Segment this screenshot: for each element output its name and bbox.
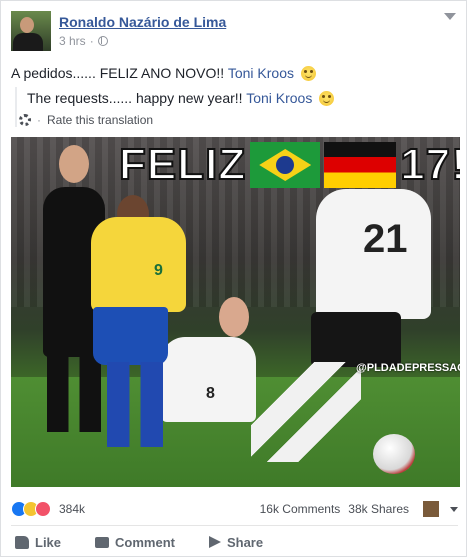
chevron-down-icon[interactable] — [450, 506, 458, 512]
translation-block: The requests...... happy new year!! Toni… — [15, 87, 455, 127]
brazil-flag-icon — [250, 142, 321, 188]
jersey-number-21: 21 — [363, 217, 408, 261]
jersey-number-9: 9 — [154, 262, 163, 279]
share-label: Share — [226, 534, 264, 550]
banner-word-17: 17!! — [399, 140, 460, 190]
post-message: A pedidos...... FELIZ ANO NOVO!! — [11, 65, 225, 81]
reaction-icons[interactable] — [11, 501, 51, 517]
comment-button[interactable]: Comment — [91, 535, 179, 550]
comment-bubble-icon — [95, 536, 110, 548]
like-button[interactable]: Like — [11, 535, 65, 550]
referee-legs — [47, 352, 101, 432]
post-photo[interactable]: 21 8 9 FELIZ 17!! @PLDADEPRESSAO — [11, 137, 460, 487]
globe-icon[interactable] — [97, 36, 108, 46]
action-divider — [11, 525, 458, 526]
smile-emoji-icon — [319, 91, 335, 106]
rate-translation: · Rate this translation — [19, 113, 455, 127]
engagement-stats: 16k Comments 38k Shares — [260, 501, 458, 517]
smile-emoji-icon — [300, 66, 316, 81]
post-meta: Ronaldo Nazário de Lima 3 hrs · — [59, 11, 226, 55]
post-card: Ronaldo Nazário de Lima 3 hrs · A pedido… — [0, 0, 467, 557]
reactions-count[interactable]: 384k — [59, 502, 85, 516]
jersey-number-8: 8 — [206, 385, 215, 402]
image-banner: FELIZ 17!! — [118, 140, 460, 190]
post-text: A pedidos...... FELIZ ANO NOVO!! Toni Kr… — [11, 64, 316, 82]
brazil-player-shorts — [93, 307, 168, 365]
germany-player-8-head — [219, 297, 249, 337]
germany-player-21-legs — [251, 362, 361, 462]
author-name[interactable]: Ronaldo Nazário de Lima — [59, 13, 226, 31]
like-label: Like — [35, 534, 62, 550]
post-header: Ronaldo Nazário de Lima 3 hrs · — [11, 11, 226, 55]
love-reaction-icon — [35, 501, 51, 517]
shares-count[interactable]: 38k Shares — [348, 502, 409, 516]
brazil-player-shirt — [91, 217, 186, 312]
avatar-face — [20, 17, 34, 33]
thumbs-up-icon — [15, 535, 29, 549]
germany-flag-icon — [324, 142, 397, 188]
post-time[interactable]: 3 hrs — [59, 34, 86, 48]
post-subline: 3 hrs · — [59, 34, 226, 48]
germany-player-8-shirt — [161, 337, 256, 422]
avatar-suit — [13, 33, 43, 51]
banner-word-feliz: FELIZ — [118, 140, 247, 190]
gear-icon[interactable] — [19, 114, 31, 126]
brazil-player-legs — [107, 362, 163, 447]
mention-link[interactable]: Toni Kroos — [228, 65, 294, 81]
rate-translation-link[interactable]: Rate this translation — [47, 113, 153, 127]
rate-separator: · — [37, 113, 41, 127]
viewer-avatar[interactable] — [423, 501, 439, 517]
meta-separator: · — [89, 34, 94, 48]
post-options-chevron-icon[interactable] — [444, 13, 456, 20]
football — [373, 434, 415, 474]
image-watermark: @PLDADEPRESSAO — [356, 362, 460, 374]
comment-label: Comment — [115, 534, 175, 550]
translation-text: The requests...... happy new year!! Toni… — [27, 87, 455, 107]
author-avatar[interactable] — [11, 11, 51, 51]
comments-count[interactable]: 16k Comments — [260, 502, 341, 516]
germany-player-21-shorts — [311, 312, 401, 367]
referee-head — [59, 145, 89, 183]
share-button[interactable]: Share — [205, 535, 267, 550]
translation-message: The requests...... happy new year!! — [27, 90, 243, 106]
share-arrow-icon — [208, 536, 221, 548]
post-actions: Like Comment Share — [11, 529, 458, 555]
translation-mention-link[interactable]: Toni Kroos — [246, 90, 312, 106]
post-stats: 384k 16k Comments 38k Shares — [11, 498, 458, 520]
